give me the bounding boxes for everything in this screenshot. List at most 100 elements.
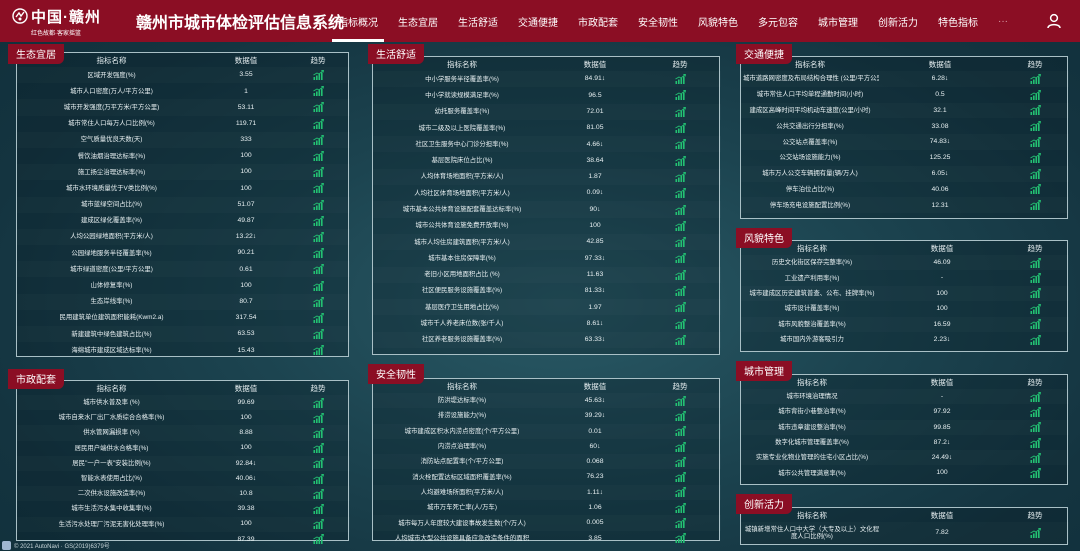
table-row[interactable]: 城市设计覆盖率(%) 100: [741, 301, 1069, 316]
trend-chart-icon[interactable]: [312, 134, 324, 145]
table-row[interactable]: 人均体育场地面积(平方米/人) 1.87: [373, 169, 721, 185]
table-row[interactable]: 城市基本公共体育设施配套覆盖达标率(%) 90↓: [373, 201, 721, 217]
trend-chart-icon[interactable]: [1029, 184, 1041, 195]
panel-title-manage[interactable]: 城市管理: [736, 361, 792, 381]
table-row[interactable]: 城市水环境质量优于V类比例(%) 100: [17, 180, 350, 196]
table-row[interactable]: 中小学就读规模满足率(%) 96.5: [373, 87, 721, 103]
trend-chart-icon[interactable]: [674, 123, 686, 134]
trend-chart-icon[interactable]: [312, 345, 324, 356]
trend-chart-icon[interactable]: [312, 296, 324, 307]
trend-chart-icon[interactable]: [674, 426, 686, 437]
trend-chart-icon[interactable]: [674, 106, 686, 117]
trend-chart-icon[interactable]: [674, 204, 686, 215]
trend-chart-icon[interactable]: [312, 503, 324, 514]
trend-chart-icon[interactable]: [312, 102, 324, 113]
table-row[interactable]: 公交站场设施能力(%) 125.25: [741, 150, 1069, 166]
table-row[interactable]: 城市绿道密度(公里/平方公里) 0.61: [17, 261, 350, 277]
trend-chart-icon[interactable]: [1029, 257, 1041, 268]
panel-title-muni[interactable]: 市政配套: [8, 369, 64, 389]
nav-item[interactable]: 风貌特色: [688, 0, 748, 42]
table-row[interactable]: 城市基本住房保障率(%) 97.33↓: [373, 250, 721, 266]
table-row[interactable]: 数字化城市管理覆盖率(%) 87.2↓: [741, 435, 1069, 450]
nav-item[interactable]: 市政配套: [568, 0, 628, 42]
trend-chart-icon[interactable]: [312, 264, 324, 275]
table-row[interactable]: 城市蓝绿空间占比(%) 51.07: [17, 197, 350, 213]
table-row[interactable]: 城镇新增常住人口中大学（大专及以上）文化程度人口比例(%) 7.82: [741, 522, 1069, 544]
trend-chart-icon[interactable]: [1029, 152, 1041, 163]
trend-chart-icon[interactable]: [312, 412, 324, 423]
table-row[interactable]: 城市国内外游客吸引力 2.23↓: [741, 332, 1069, 347]
trend-chart-icon[interactable]: [674, 269, 686, 280]
trend-chart-icon[interactable]: [312, 458, 324, 469]
nav-item[interactable]: 创新活力: [868, 0, 928, 42]
table-row[interactable]: 智能水表使用占比(%) 40.06↓: [17, 471, 350, 486]
table-row[interactable]: 民用建筑单位建筑面积能耗(Kwm2.a) 317.54: [17, 310, 350, 326]
trend-chart-icon[interactable]: [1029, 406, 1041, 417]
trend-chart-icon[interactable]: [1029, 468, 1041, 479]
table-row[interactable]: 城市二级及以上医院覆盖率(%) 81.05: [373, 120, 721, 136]
trend-chart-icon[interactable]: [1029, 288, 1041, 299]
trend-chart-icon[interactable]: [312, 519, 324, 530]
trend-chart-icon[interactable]: [312, 183, 324, 194]
table-row[interactable]: 社区便民服务设施覆盖率(%) 81.33↓: [373, 283, 721, 299]
trend-chart-icon[interactable]: [312, 473, 324, 484]
panel-title-style[interactable]: 风貌特色: [736, 228, 792, 248]
table-row[interactable]: 空气质量优良天数(天) 333: [17, 132, 350, 148]
table-row[interactable]: 餐饮油烟治理达标率(%) 100: [17, 148, 350, 164]
trend-chart-icon[interactable]: [312, 70, 324, 81]
trend-chart-icon[interactable]: [1029, 422, 1041, 433]
trend-chart-icon[interactable]: [674, 487, 686, 498]
table-row[interactable]: 公交站点覆盖率(%) 74.83↓: [741, 134, 1069, 150]
trend-chart-icon[interactable]: [674, 237, 686, 248]
trend-chart-icon[interactable]: [312, 427, 324, 438]
trend-chart-icon[interactable]: [312, 443, 324, 454]
trend-chart-icon[interactable]: [312, 312, 324, 323]
table-row[interactable]: 消防站点配置率(个/平方公里) 0.068: [373, 454, 721, 469]
table-row[interactable]: 海绵城市建成区域达标率(%) 15.43: [17, 342, 350, 358]
nav-item[interactable]: 多元包容: [748, 0, 808, 42]
panel-title-traffic[interactable]: 交通便捷: [736, 44, 792, 64]
table-row[interactable]: 社区卫生服务中心门诊分担率(%) 4.66↓: [373, 136, 721, 152]
table-row[interactable]: 城市常住人口平均单程通勤时间(小时) 0.5: [741, 87, 1069, 103]
trend-chart-icon[interactable]: [674, 502, 686, 513]
table-row[interactable]: 二次供水设施改造率(%) 10.8: [17, 486, 350, 501]
table-row[interactable]: 城市背街小巷整治率(%) 97.92: [741, 404, 1069, 419]
panel-title-life[interactable]: 生活舒适: [368, 44, 424, 64]
panel-title-eco[interactable]: 生态宜居: [8, 44, 64, 64]
table-row[interactable]: 城市公共管理满意率(%) 100: [741, 465, 1069, 480]
table-row[interactable]: 区域开发强度(%) 3.55: [17, 67, 350, 83]
panel-title-safety[interactable]: 安全韧性: [368, 364, 424, 384]
trend-chart-icon[interactable]: [312, 167, 324, 178]
trend-chart-icon[interactable]: [1029, 73, 1041, 84]
trend-chart-icon[interactable]: [312, 118, 324, 129]
table-row[interactable]: 城市生活污水集中收集率(%) 39.38: [17, 501, 350, 516]
trend-chart-icon[interactable]: [1029, 334, 1041, 345]
table-row[interactable]: 建成区高峰时间平均机动车速度(公里/小时) 32.1: [741, 103, 1069, 119]
trend-chart-icon[interactable]: [674, 139, 686, 150]
trend-chart-icon[interactable]: [674, 286, 686, 296]
trend-chart-icon[interactable]: [1029, 121, 1041, 132]
table-row[interactable]: 人均城市大型公共设施具备应急改造条件的面积 3.85: [373, 531, 721, 546]
trend-chart-icon[interactable]: [312, 231, 324, 242]
table-row[interactable]: 生态岸线率(%) 80.7: [17, 294, 350, 310]
table-row[interactable]: 停车泊位占比(%) 40.06: [741, 182, 1069, 198]
nav-item[interactable]: 安全韧性: [628, 0, 688, 42]
table-row[interactable]: 人均社区体育场地面积(平方米/人) 0.09↓: [373, 185, 721, 201]
trend-chart-icon[interactable]: [674, 302, 686, 313]
trend-chart-icon[interactable]: [312, 199, 324, 210]
table-row[interactable]: 城市建成区历史建筑普查、公布、挂牌率(%) 100: [741, 286, 1069, 301]
table-row[interactable]: 城市每万人年度较大建设事故发生数(个/万人) 0.005: [373, 515, 721, 530]
trend-chart-icon[interactable]: [312, 534, 324, 545]
table-row[interactable]: 防洪堤达标率(%) 45.63↓: [373, 393, 721, 408]
trend-chart-icon[interactable]: [674, 456, 686, 467]
nav-item[interactable]: 城市管理: [808, 0, 868, 42]
table-row[interactable]: 社区养老服务设施覆盖率(%) 63.33↓: [373, 332, 721, 348]
table-row[interactable]: 基层医疗卫生用地占比(%) 1.97: [373, 299, 721, 315]
trend-chart-icon[interactable]: [1029, 273, 1041, 284]
trend-chart-icon[interactable]: [1029, 200, 1041, 211]
trend-chart-icon[interactable]: [1029, 105, 1041, 116]
table-row[interactable]: 山体修复率(%) 100: [17, 277, 350, 293]
nav-item[interactable]: 交通便捷: [508, 0, 568, 42]
trend-chart-icon[interactable]: [674, 155, 686, 166]
trend-chart-icon[interactable]: [312, 280, 324, 291]
